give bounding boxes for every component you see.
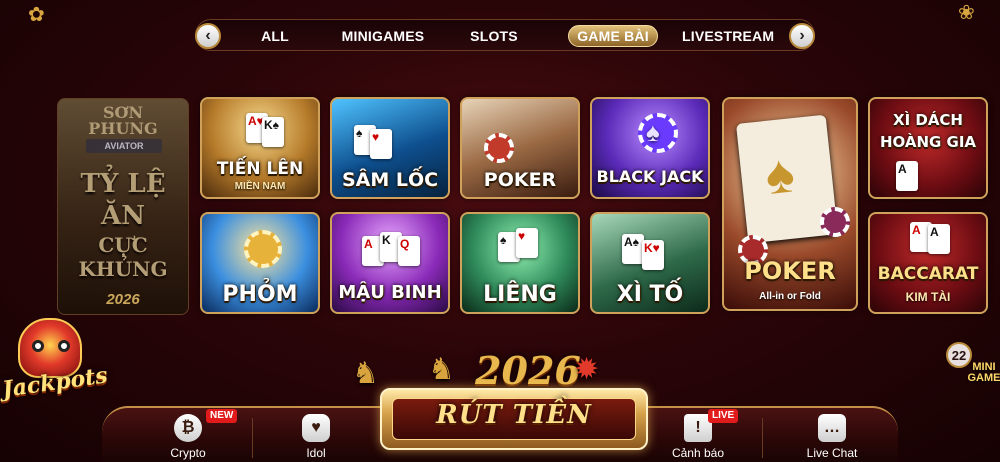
- horse-icon: ♞: [352, 357, 379, 390]
- tab-slots[interactable]: SLOTS: [462, 25, 526, 47]
- bitcoin-icon: ₿: [174, 414, 202, 442]
- game-title: LIÊNG: [483, 282, 557, 307]
- crypto-button[interactable]: ₿ NEW Crypto: [142, 408, 238, 462]
- spade-icon: ♠: [762, 143, 798, 207]
- withdraw-label: RÚT TIỀN: [436, 400, 592, 430]
- jackpots-widget[interactable]: Jackpots: [0, 318, 110, 414]
- game-card-xi-dach-hoang-gia[interactable]: XÌ DÁCH HOÀNG GIA A: [868, 97, 988, 199]
- game-title: POKER: [483, 169, 557, 191]
- game-title: TIẾN LÊN: [216, 159, 304, 179]
- chevron-right-icon: ›: [799, 27, 805, 44]
- card-art-icon: ♥: [516, 228, 538, 258]
- promo-line-3: CỰC KHỦNG: [78, 233, 168, 281]
- mini-game-label: MINI GAME: [967, 361, 1000, 384]
- spade-icon: ♠: [646, 117, 660, 147]
- live-chat-button[interactable]: … Live Chat: [786, 408, 878, 462]
- game-title: BACCARAT: [877, 264, 979, 284]
- game-title: XÌ TỐ: [616, 282, 684, 307]
- game-card-mau-binh[interactable]: A K Q MẬU BINH: [330, 212, 450, 314]
- promo-banner-aviator[interactable]: SƠN PHUNG AVIATOR TỶ LỆ ĂN CỰC KHỦNG 2026: [57, 98, 189, 315]
- live-chat-label: Live Chat: [806, 446, 858, 460]
- card-art-icon: K♠: [262, 117, 284, 147]
- heart-icon: ♥: [302, 414, 330, 442]
- card-art-icon: A♠: [622, 234, 644, 264]
- card-art-icon: Q: [398, 236, 420, 266]
- tab-livestream[interactable]: LIVESTREAM: [682, 25, 774, 47]
- game-card-baccarat[interactable]: A A BACCARAT KIM TÀI: [868, 212, 988, 314]
- nav-prev-button[interactable]: ‹: [195, 23, 221, 49]
- tab-minigames[interactable]: MINIGAMES: [328, 25, 438, 47]
- card-art-icon: ♥: [370, 129, 392, 159]
- game-card-lieng[interactable]: ♠ ♥ LIÊNG: [460, 212, 580, 314]
- game-subtitle: All-in or Fold: [759, 291, 821, 302]
- game-subtitle: KIM TÀI: [905, 290, 951, 304]
- chevron-left-icon: ‹: [205, 27, 211, 44]
- new-badge: NEW: [206, 409, 238, 423]
- promo-year: 2026: [106, 291, 140, 308]
- warning-button[interactable]: ! LIVE Cảnh báo: [652, 408, 744, 462]
- chip-icon: [484, 133, 514, 163]
- promo-line-1: TỶ LỆ: [80, 169, 166, 199]
- corner-ornament-icon: ❀: [958, 2, 975, 24]
- horse-icon: ♞: [428, 353, 455, 386]
- game-card-tien-len[interactable]: A♥ K♠ TIẾN LÊN MIỀN NAM: [200, 97, 320, 199]
- promo-line-2: ĂN: [101, 201, 145, 231]
- lantern-icon: ✹: [574, 353, 600, 386]
- game-card-poker-all-in[interactable]: ♠ POKER All-in or Fold: [722, 97, 858, 311]
- game-title: XÌ DÁCH HOÀNG GIA: [879, 111, 977, 151]
- coin-icon: [244, 230, 282, 268]
- tab-all[interactable]: ALL: [250, 25, 300, 47]
- corner-ornament-icon: ✿: [28, 4, 45, 26]
- promo-brand: SƠN PHUNG: [88, 103, 158, 138]
- category-nav: ‹ ALL MINIGAMES SLOTS GAME BÀI LIVESTREA…: [195, 19, 815, 51]
- game-card-phom[interactable]: PHỎM: [200, 212, 320, 314]
- game-title: POKER: [744, 257, 836, 285]
- game-title: SÂM LỐC: [341, 169, 439, 191]
- divider: [252, 418, 253, 458]
- idol-button[interactable]: ♥ Idol: [270, 408, 362, 462]
- divider: [762, 418, 763, 458]
- card-art-icon: K♥: [642, 240, 664, 270]
- crypto-label: Crypto: [170, 446, 206, 460]
- warning-label: Cảnh báo: [671, 446, 725, 460]
- card-art-icon: A: [928, 224, 950, 254]
- game-title: MẬU BINH: [338, 282, 442, 303]
- card-art-icon: A: [896, 161, 918, 191]
- chat-icon: …: [818, 414, 846, 442]
- withdraw-button[interactable]: RÚT TIỀN: [380, 388, 648, 450]
- jackpots-label: Jackpots: [0, 362, 110, 403]
- game-card-sam-loc[interactable]: ♠ ♥ SÂM LỐC: [330, 97, 450, 199]
- mini-game-widget[interactable]: 22 MINI GAME: [944, 340, 1000, 400]
- game-card-poker[interactable]: POKER: [460, 97, 580, 199]
- chip-icon: [820, 207, 850, 237]
- idol-label: Idol: [306, 446, 326, 460]
- tab-game-bai[interactable]: GAME BÀI: [568, 25, 658, 47]
- game-title: BLACK JACK: [596, 167, 704, 186]
- nav-next-button[interactable]: ›: [789, 23, 815, 49]
- game-card-xi-to[interactable]: A♠ K♥ XÌ TỐ: [590, 212, 710, 314]
- game-title: PHỎM: [222, 282, 298, 307]
- game-card-black-jack[interactable]: ♠ BLACK JACK: [590, 97, 710, 199]
- game-subtitle: MIỀN NAM: [234, 181, 286, 192]
- live-badge: LIVE: [708, 409, 739, 423]
- promo-badge: AVIATOR: [86, 139, 162, 153]
